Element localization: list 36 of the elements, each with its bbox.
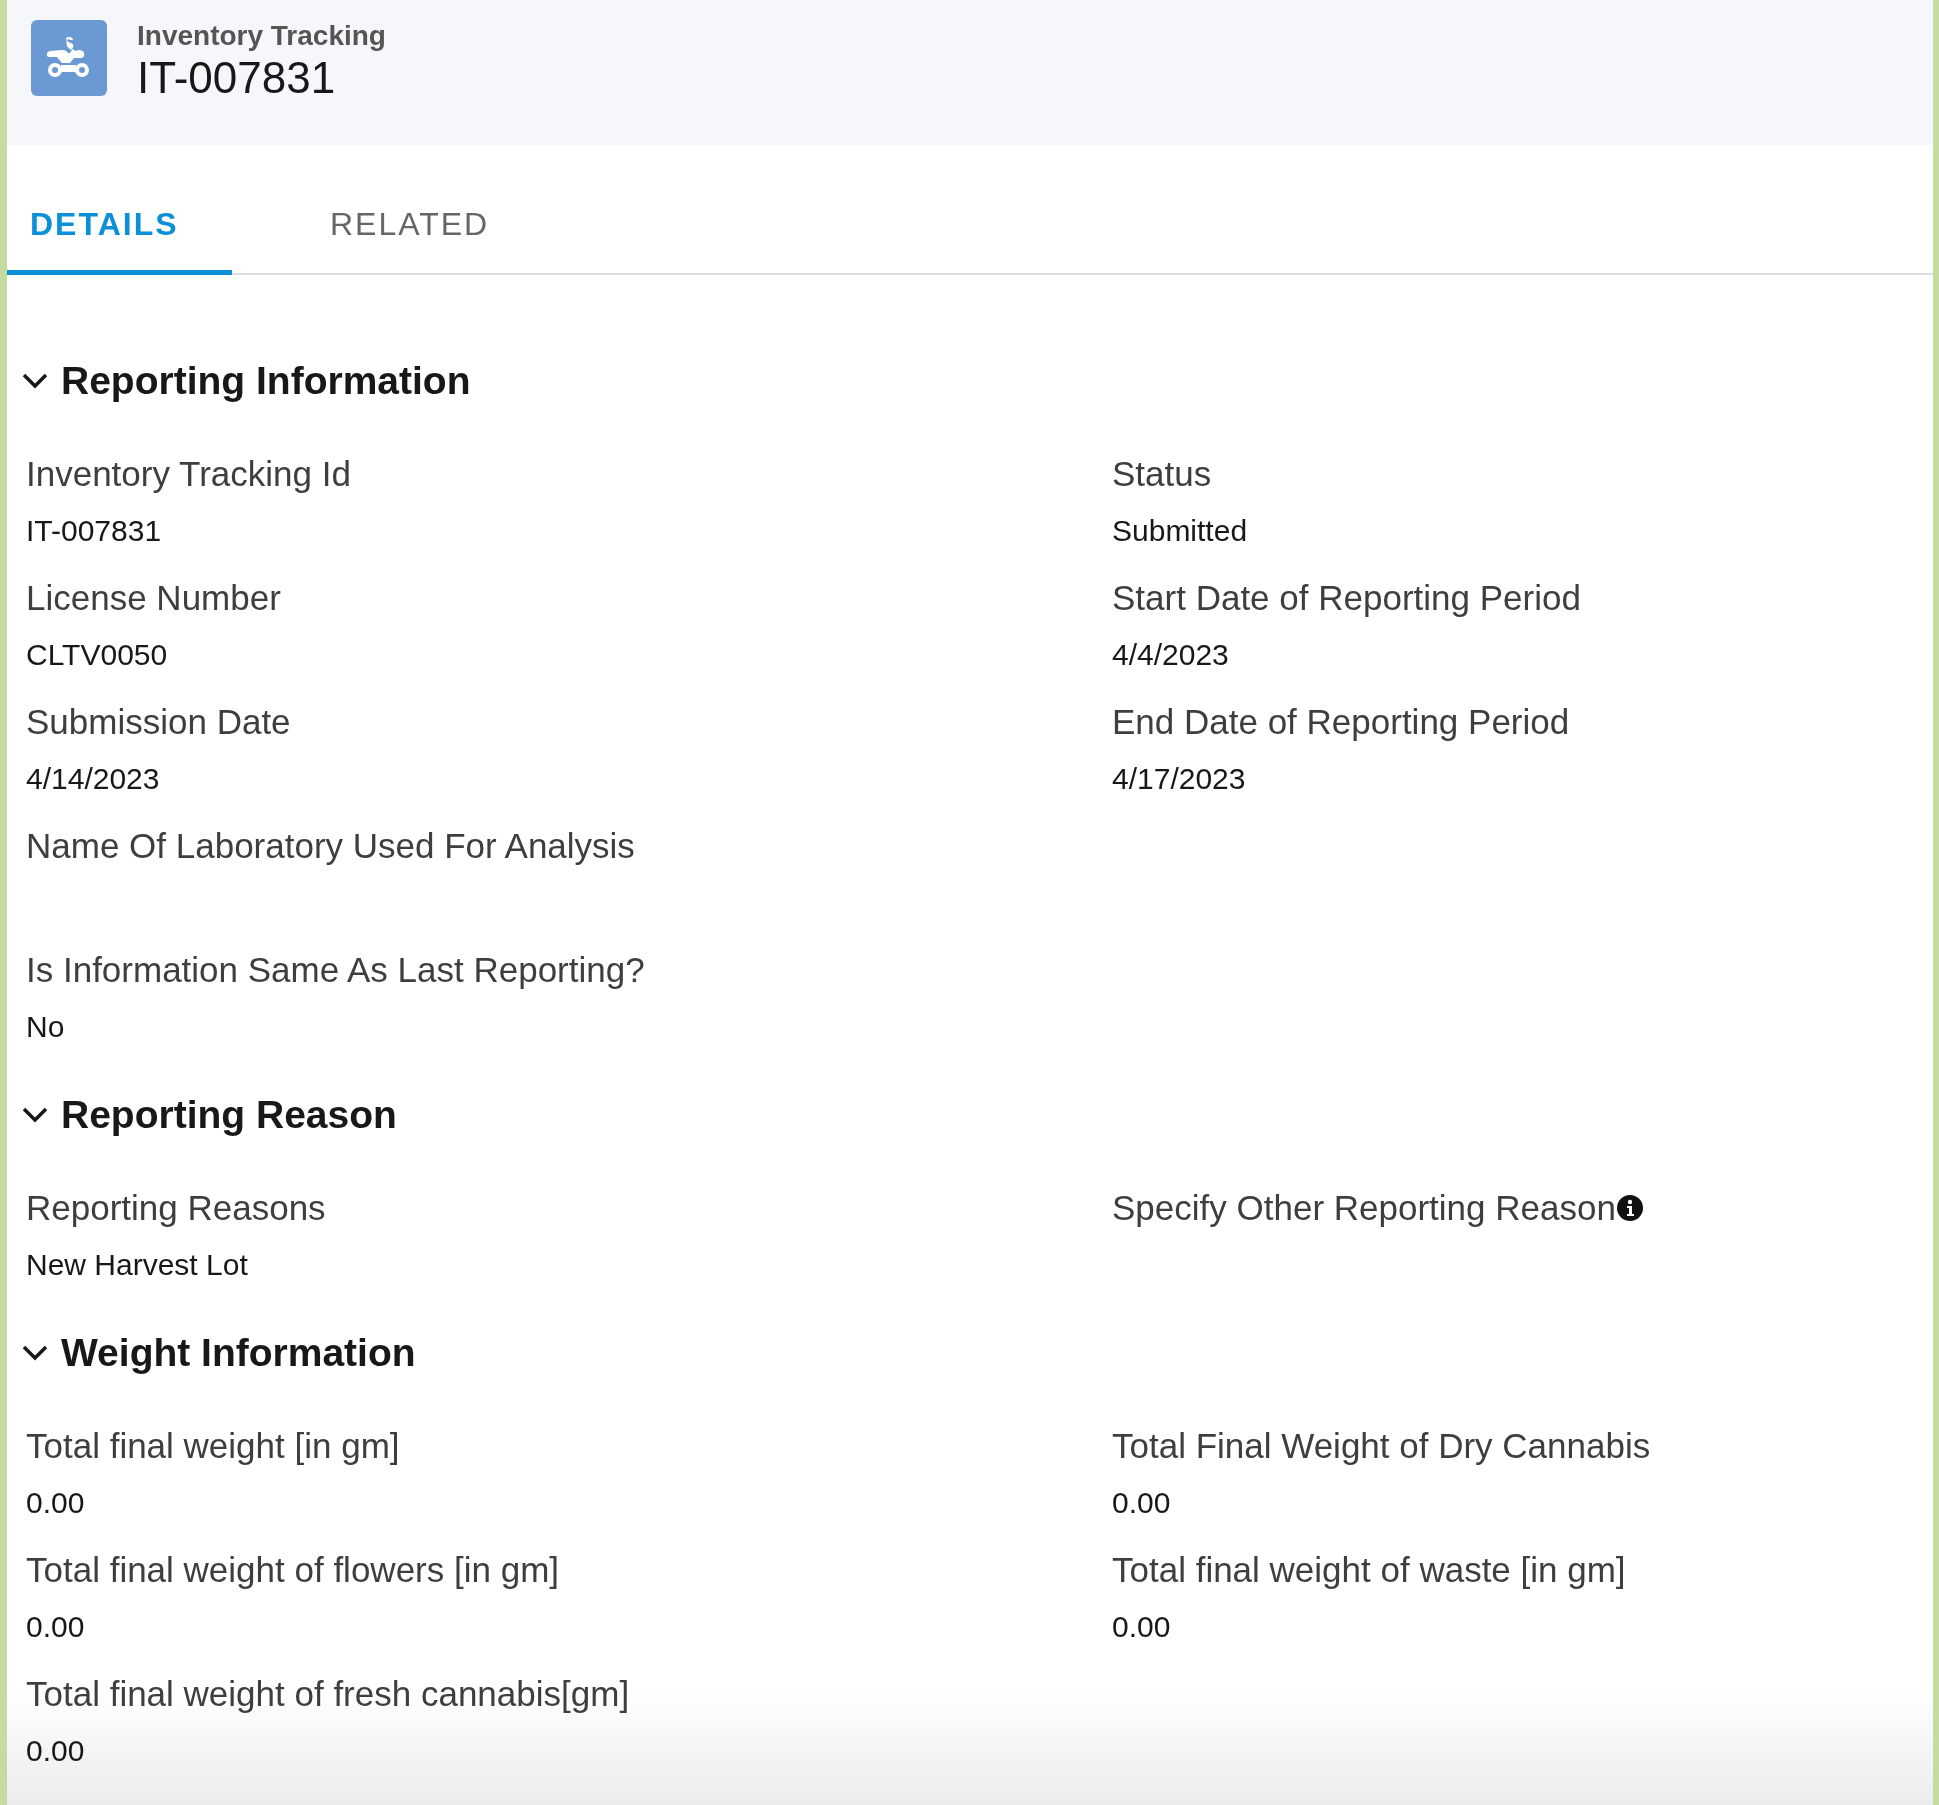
record-title: IT-007831 [137,52,337,104]
field-label: Submission Date [26,701,291,743]
field-label: Status [1112,453,1212,495]
field-value: 0.00 [26,1486,85,1519]
field-value: IT-007831 [26,514,162,547]
field-label: Specify Other Reporting Reason [1112,1187,1616,1229]
field-label: Total final weight of flowers [in gm] [26,1549,559,1591]
section-header[interactable]: Reporting Reason [21,1085,397,1145]
object-type-label: Inventory Tracking [137,20,386,52]
field-value: Submitted [1112,514,1248,547]
field-value: No [26,1010,65,1043]
field-label: Is Information Same As Last Reporting? [26,949,645,991]
field-label: Start Date of Reporting Period [1112,577,1581,619]
section-header[interactable]: Weight Information [21,1323,416,1383]
field-label: Total final weight of fresh cannabis[gm] [26,1673,630,1715]
field-value: 0.00 [26,1610,85,1643]
field-label: Total final weight [in gm] [26,1425,400,1467]
field-label: Reporting Reasons [26,1187,326,1229]
field-value: 4/17/2023 [1112,762,1246,795]
field-label: Inventory Tracking Id [26,453,351,495]
field-value: New Harvest Lot [26,1248,248,1281]
field-value: 4/14/2023 [26,762,160,795]
field-label: Name Of Laboratory Used For Analysis [26,825,635,867]
field-value: 0.00 [1112,1610,1171,1643]
object-icon [31,20,107,96]
field-label: License Number [26,577,281,619]
field-label: Total Final Weight of Dry Cannabis [1112,1425,1651,1467]
field-value: 0.00 [1112,1486,1171,1519]
field-label: Total final weight of waste [in gm] [1112,1549,1626,1591]
tab[interactable]: DETAILS [7,200,232,275]
field-value: 4/4/2023 [1112,638,1229,671]
tab[interactable]: RELATED [307,200,532,275]
field-label: End Date of Reporting Period [1112,701,1570,743]
field-value: CLTV0050 [26,638,168,671]
field-value: 0.00 [26,1734,85,1767]
section-header[interactable]: Reporting Information [21,351,471,411]
